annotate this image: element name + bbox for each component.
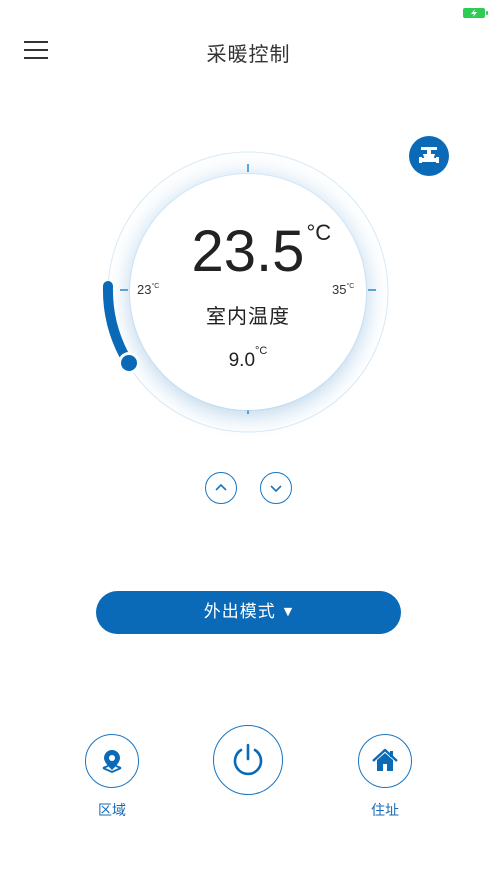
location-pin-icon bbox=[102, 750, 122, 773]
chevron-down-icon bbox=[270, 485, 282, 493]
page-title: 采暖控制 bbox=[206, 42, 291, 66]
mode-label: 外出模式 bbox=[203, 602, 276, 622]
temp-up-button[interactable] bbox=[205, 472, 237, 504]
nav-bar: 采暖控制 bbox=[0, 24, 497, 76]
valve-button[interactable] bbox=[409, 136, 449, 176]
indoor-temp-label: 室内温度 bbox=[206, 304, 290, 328]
valve-icon bbox=[419, 147, 439, 163]
region-label[interactable]: 区域 bbox=[82, 800, 142, 820]
chevron-up-icon bbox=[215, 483, 227, 491]
address-label[interactable]: 住址 bbox=[355, 800, 415, 820]
region-button[interactable] bbox=[85, 734, 139, 788]
range-min-label: 23°C bbox=[137, 282, 160, 297]
battery-charging-icon bbox=[463, 8, 488, 18]
power-button[interactable] bbox=[213, 725, 283, 795]
caret-down-icon: ▼ bbox=[283, 605, 294, 618]
home-icon bbox=[372, 748, 398, 771]
power-icon bbox=[233, 743, 263, 776]
set-temperature: 9.0°C bbox=[228, 345, 268, 371]
status-bar bbox=[0, 0, 497, 24]
address-button[interactable] bbox=[358, 734, 412, 788]
temperature-dial[interactable]: 23.5 °C 室内温度 9.0°C 23°C 35°C bbox=[100, 148, 396, 444]
current-temperature: 23.5 °C bbox=[191, 219, 332, 284]
temp-down-button[interactable] bbox=[260, 472, 292, 504]
range-max-label: 35°C bbox=[332, 282, 355, 297]
dial-face bbox=[130, 174, 366, 410]
mode-select-button[interactable]: 外出模式 ▼ bbox=[96, 591, 401, 634]
